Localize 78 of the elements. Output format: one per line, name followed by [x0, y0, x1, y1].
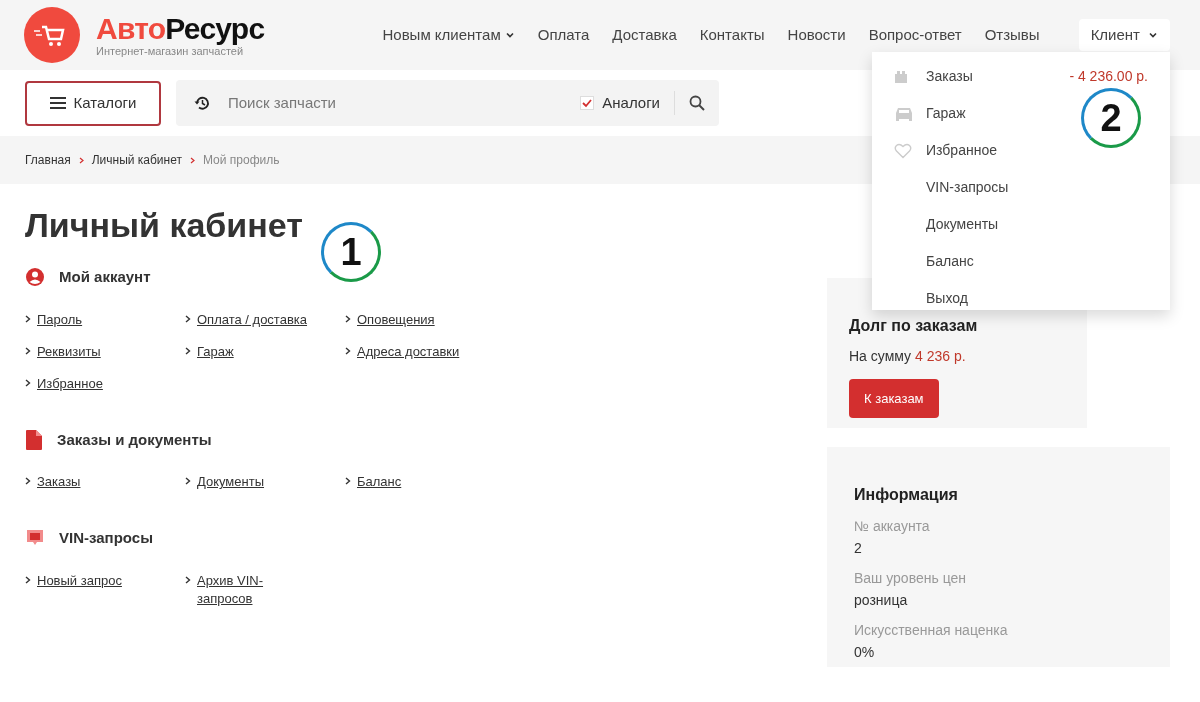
chevron-right-icon: [25, 314, 31, 323]
search-field[interactable]: Поиск запчасти Аналоги: [176, 80, 719, 126]
account-link[interactable]: Пароль: [37, 310, 83, 329]
chevron-right-icon: [185, 477, 191, 485]
brand-logo[interactable]: АвтоРесурс: [96, 13, 265, 44]
nav-link[interactable]: Контакты: [699, 23, 765, 47]
info-value: 0%: [854, 643, 876, 662]
heart-icon: [894, 142, 912, 159]
client-button[interactable]: Клиент: [1078, 18, 1170, 52]
chevron-down-icon: [1148, 30, 1158, 40]
client-menu-item[interactable]: Баланс: [926, 251, 974, 272]
info-label: № аккаунта: [854, 517, 931, 536]
search-icon[interactable]: [689, 95, 705, 111]
debt-amount: 4 236 р.: [915, 347, 966, 366]
chevron-right-icon: [78, 156, 84, 164]
account-link[interactable]: Адреса доставки: [357, 342, 460, 361]
chevron-right-icon: [345, 314, 351, 323]
account-link[interactable]: Новый запрос: [37, 571, 122, 590]
section-title: Мой аккаунт: [59, 267, 151, 287]
debt-label: На сумму: [849, 347, 912, 366]
chevron-right-icon: [25, 477, 31, 485]
info-title: Информация: [854, 485, 959, 505]
breadcrumb-link[interactable]: Главная: [25, 151, 71, 169]
check-icon: [582, 98, 593, 108]
document-icon: [25, 428, 43, 451]
account-link[interactable]: Оповещения: [357, 310, 435, 329]
client-menu-item[interactable]: Избранное: [926, 140, 997, 161]
chevron-right-icon: [185, 346, 191, 355]
section-title: Заказы и документы: [57, 429, 212, 450]
callout-marker: 2: [1081, 88, 1141, 148]
account-link[interactable]: Гараж: [197, 342, 234, 361]
callout-marker: 1: [321, 222, 381, 282]
analogs-checkbox[interactable]: Аналоги: [580, 91, 674, 115]
page-title: Личный кабинет: [25, 208, 304, 242]
info-value: розница: [854, 591, 909, 610]
client-menu-item[interactable]: VIN-запросы: [926, 177, 1009, 198]
nav-link[interactable]: Отзывы: [984, 23, 1040, 47]
account-link[interactable]: Баланс: [357, 473, 402, 491]
menu-icon: [49, 97, 66, 109]
client-menu-item[interactable]: Выход: [926, 288, 968, 309]
catalog-button[interactable]: Каталоги: [25, 80, 161, 126]
menu-item-amount: - 4 236.00 р.: [1069, 67, 1148, 86]
section-title: VIN-запросы: [59, 528, 153, 548]
info-value: 2: [854, 539, 863, 558]
nav-link[interactable]: Вопрос-ответ: [868, 23, 962, 47]
checkbox[interactable]: [580, 96, 595, 110]
chevron-right-icon: [345, 477, 351, 485]
chevron-right-icon: [185, 314, 191, 323]
account-link[interactable]: Оплата / доставка: [197, 310, 308, 329]
cart-logo-icon[interactable]: [24, 7, 80, 63]
brand-tagline: Интернет-магазин запчастей: [96, 45, 244, 57]
history-icon[interactable]: [194, 95, 210, 111]
client-menu-item[interactable]: Документы: [926, 214, 999, 235]
info-label: Ваш уровень цен: [854, 569, 968, 588]
client-menu-item[interactable]: Гараж: [926, 103, 966, 124]
chevron-right-icon: [345, 346, 351, 355]
account-link[interactable]: Заказы: [37, 473, 81, 491]
nav-link[interactable]: Оплата: [537, 23, 590, 47]
nav-link[interactable]: Доставка: [612, 23, 677, 47]
chevron-right-icon: [25, 346, 31, 355]
account-link[interactable]: Реквизиты: [37, 342, 101, 361]
chevron-right-icon: [25, 378, 31, 387]
nav-link[interactable]: Новости: [787, 23, 846, 47]
chevron-right-icon: [189, 156, 195, 164]
user-icon: [25, 267, 45, 288]
account-link[interactable]: Документы: [197, 473, 264, 491]
breadcrumb-link[interactable]: Личный кабинет: [91, 151, 182, 169]
client-menu-item[interactable]: Заказы: [926, 66, 973, 87]
orders-button[interactable]: К заказам: [849, 379, 939, 418]
account-link[interactable]: Избранное: [37, 374, 103, 393]
nav-link[interactable]: Новым клиентам: [382, 23, 515, 47]
debt-title: Долг по заказам: [849, 316, 979, 336]
info-label: Искусственная наценка: [854, 621, 1009, 640]
chevron-right-icon: [25, 575, 31, 584]
car-icon: [894, 105, 914, 122]
gift-icon: [894, 69, 908, 84]
chevron-right-icon: [185, 575, 191, 584]
account-link[interactable]: Архив VIN-запросов: [197, 571, 309, 608]
